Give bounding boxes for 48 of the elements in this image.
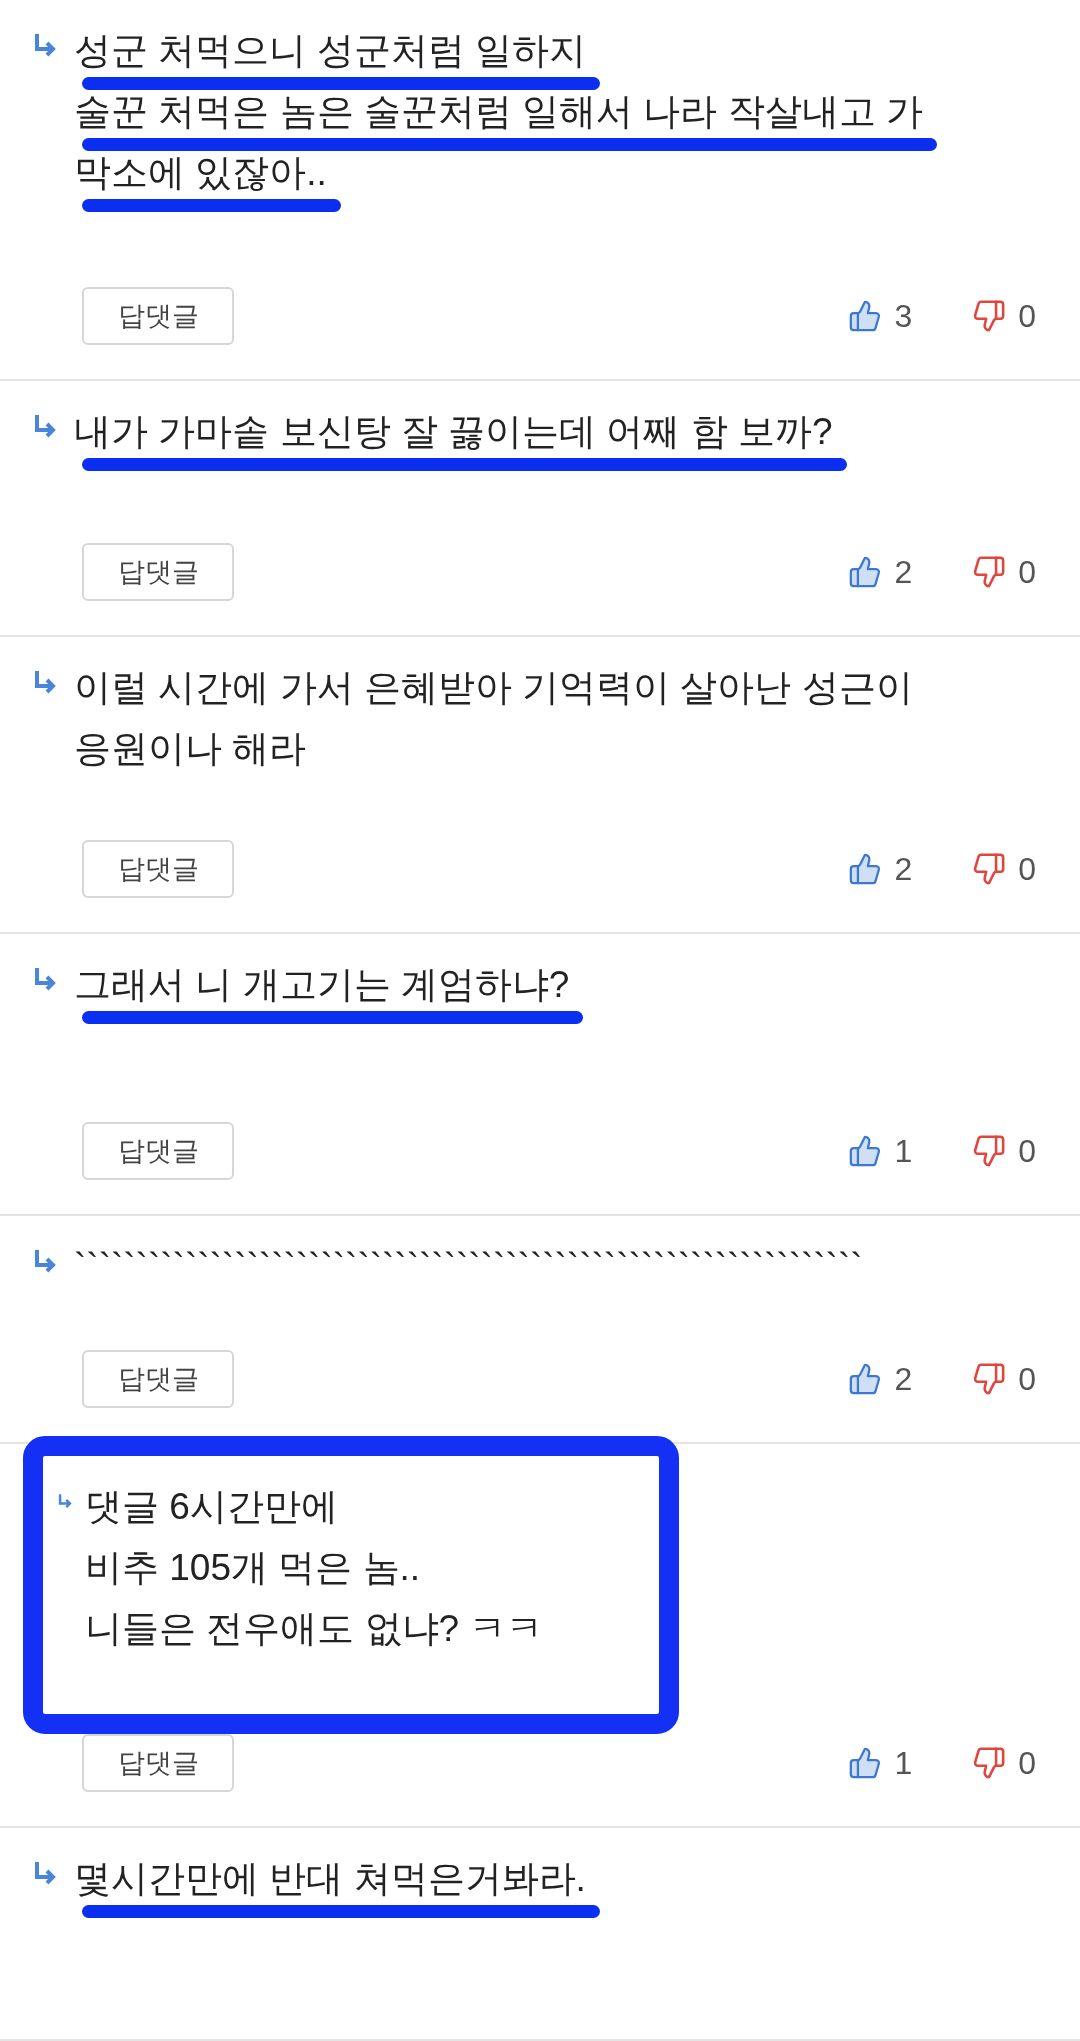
- comment-text: 내가 가마솥 보신탕 잘 끓이는데 어째 함 보까?: [74, 403, 833, 460]
- thumbs-down-icon[interactable]: [972, 555, 1007, 589]
- reply-arrow-icon: [32, 669, 58, 695]
- thumbs-up-icon[interactable]: [848, 299, 883, 333]
- thumbs-down-icon[interactable]: [972, 1362, 1007, 1396]
- reply-button[interactable]: 답댓글: [82, 840, 234, 898]
- comment-text: 몇시간만에 반대 쳐먹은거봐라.: [74, 1850, 586, 1907]
- like-count: 3: [894, 297, 913, 336]
- comment-text: 니들은 전우애도 없냐? ㅋㅋ: [85, 1606, 544, 1651]
- dislike-count: 0: [1018, 297, 1036, 336]
- comment-text: 성군 처먹으니 성군처럼 일하지: [74, 22, 586, 79]
- comment-text: 막소에 있잖아..: [74, 144, 327, 201]
- comment-text: 비추 105개 먹은 놈..: [85, 1545, 421, 1590]
- like-count: 2: [894, 1360, 913, 1399]
- thumbs-down-icon[interactable]: [972, 299, 1007, 333]
- comment-text: 술꾼 처먹은 놈은 술꾼처럼 일해서 나라 작살내고 가: [74, 83, 923, 140]
- reply-button[interactable]: 답댓글: [82, 1350, 234, 1408]
- thumbs-up-icon[interactable]: [848, 852, 883, 886]
- reply-arrow-icon: [32, 1860, 58, 1886]
- like-count: 1: [894, 1744, 913, 1783]
- reply-button[interactable]: 답댓글: [82, 1734, 234, 1792]
- comment-text: ````````````````````````````````````````````````````````````````: [74, 1244, 863, 1289]
- comment-text: 응원이나 해라: [74, 726, 307, 771]
- comment-text: 그래서 니 개고기는 계엄하냐?: [74, 956, 570, 1013]
- reply-arrow-icon: [32, 413, 58, 439]
- comment-text: 이럴 시간에 가서 은혜받아 기억력이 살아난 성근이: [74, 665, 913, 710]
- comment-text: 댓글 6시간만에: [85, 1484, 338, 1529]
- thumbs-down-icon[interactable]: [972, 852, 1007, 886]
- thumbs-down-icon[interactable]: [972, 1746, 1007, 1780]
- reply-arrow-icon: [32, 1248, 58, 1274]
- dislike-count: 0: [1018, 1744, 1036, 1783]
- reply-arrow-icon: [32, 966, 58, 992]
- dislike-count: 0: [1018, 1132, 1036, 1171]
- dislike-count: 0: [1018, 553, 1036, 592]
- reply-button[interactable]: 답댓글: [82, 543, 234, 601]
- thumbs-up-icon[interactable]: [848, 555, 883, 589]
- reply-button[interactable]: 답댓글: [82, 1122, 234, 1180]
- thumbs-up-icon[interactable]: [848, 1134, 883, 1168]
- dislike-count: 0: [1018, 1360, 1036, 1399]
- thumbs-down-icon[interactable]: [972, 1134, 1007, 1168]
- like-count: 1: [894, 1132, 913, 1171]
- thumbs-up-icon[interactable]: [848, 1362, 883, 1396]
- dislike-count: 0: [1018, 850, 1036, 889]
- reply-arrow-icon: [32, 32, 58, 58]
- thumbs-up-icon[interactable]: [848, 1746, 883, 1780]
- like-count: 2: [894, 850, 913, 889]
- reply-button[interactable]: 답댓글: [82, 287, 234, 345]
- like-count: 2: [894, 553, 913, 592]
